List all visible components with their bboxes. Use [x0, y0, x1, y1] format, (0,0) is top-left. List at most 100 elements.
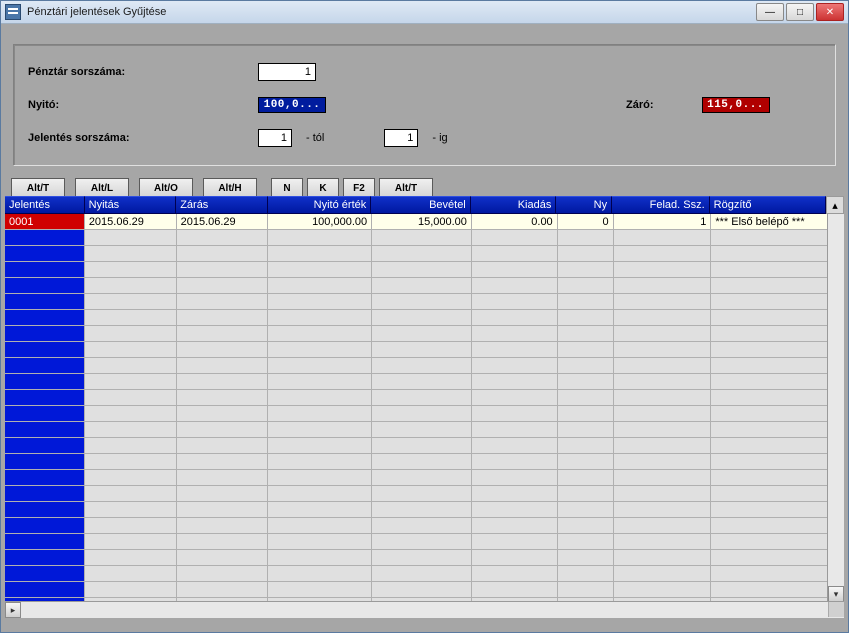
- col-bevetel[interactable]: Bevétel: [371, 196, 471, 214]
- cell: [711, 454, 828, 470]
- table-row[interactable]: [5, 326, 844, 342]
- cell: [472, 534, 558, 550]
- table-row[interactable]: [5, 534, 844, 550]
- table-row[interactable]: [5, 582, 844, 598]
- col-kiadas[interactable]: Kiadás: [471, 196, 557, 214]
- vertical-scrollbar[interactable]: ▾: [827, 214, 844, 602]
- jelentes-label: Jelentés sorszáma:: [28, 132, 258, 144]
- cell: [472, 454, 558, 470]
- table-row[interactable]: [5, 518, 844, 534]
- cell: [558, 278, 614, 294]
- btn-alt-l[interactable]: Alt/L: [75, 178, 129, 198]
- table-row[interactable]: [5, 358, 844, 374]
- minimize-button[interactable]: —: [756, 3, 784, 21]
- table-row[interactable]: [5, 390, 844, 406]
- col-nyito-ertek[interactable]: Nyitó érték: [268, 196, 372, 214]
- jelentes-from-input[interactable]: [258, 129, 292, 147]
- cell: [372, 422, 472, 438]
- cell: [614, 486, 712, 502]
- cell: [472, 518, 558, 534]
- cell: [558, 342, 614, 358]
- btn-alt-h[interactable]: Alt/H: [203, 178, 257, 198]
- table-row[interactable]: [5, 406, 844, 422]
- jelentes-to-input[interactable]: [384, 129, 418, 147]
- cell: [711, 374, 828, 390]
- btn-alt-t-1[interactable]: Alt/T: [11, 178, 65, 198]
- table-row[interactable]: [5, 486, 844, 502]
- table-row[interactable]: [5, 246, 844, 262]
- table-row[interactable]: 00012015.06.292015.06.29100,000.0015,000…: [5, 214, 844, 230]
- cell: [85, 230, 177, 246]
- app-window: Pénztári jelentések Gyűjtése — □ ✕ Pénzt…: [0, 0, 849, 633]
- cell-code: [5, 534, 85, 550]
- cell: [614, 454, 712, 470]
- table-row[interactable]: [5, 566, 844, 582]
- cell-code: [5, 246, 85, 262]
- penztar-label: Pénztár sorszáma:: [28, 66, 258, 78]
- table-row[interactable]: [5, 262, 844, 278]
- cell: [472, 358, 558, 374]
- col-jelentes[interactable]: Jelentés: [5, 196, 85, 214]
- btn-n[interactable]: N: [271, 178, 303, 198]
- col-felad[interactable]: Felad. Ssz.: [612, 196, 710, 214]
- table-row[interactable]: [5, 310, 844, 326]
- cell: [558, 406, 614, 422]
- cell-code: [5, 294, 85, 310]
- btn-alt-t-2[interactable]: Alt/T: [379, 178, 433, 198]
- btn-k[interactable]: K: [307, 178, 339, 198]
- cell: [85, 534, 177, 550]
- cell: [558, 294, 614, 310]
- cell: [472, 278, 558, 294]
- scroll-right-icon[interactable]: ▸: [5, 602, 21, 618]
- cell-code: [5, 566, 85, 582]
- table-row[interactable]: [5, 454, 844, 470]
- table-row[interactable]: [5, 230, 844, 246]
- cell: [472, 262, 558, 278]
- cell: [372, 518, 472, 534]
- table-row[interactable]: [5, 502, 844, 518]
- cell: [472, 310, 558, 326]
- cell: [85, 438, 177, 454]
- col-rogzito[interactable]: Rögzítő: [710, 196, 826, 214]
- cell: [614, 406, 712, 422]
- table-row[interactable]: [5, 438, 844, 454]
- cell: [614, 390, 712, 406]
- col-nyitas[interactable]: Nyitás: [85, 196, 177, 214]
- cell: [711, 566, 828, 582]
- cell: [614, 438, 712, 454]
- btn-f2[interactable]: F2: [343, 178, 375, 198]
- cell: [711, 342, 828, 358]
- cell: [177, 518, 269, 534]
- cell-code: [5, 278, 85, 294]
- scroll-down-icon[interactable]: ▾: [828, 586, 844, 602]
- cell: [472, 246, 558, 262]
- close-button[interactable]: ✕: [816, 3, 844, 21]
- cell: [711, 422, 828, 438]
- table-row[interactable]: [5, 342, 844, 358]
- cell: [268, 454, 372, 470]
- table-row[interactable]: [5, 550, 844, 566]
- cell: [268, 262, 372, 278]
- zaro-label: Záró:: [626, 99, 654, 111]
- cell: [711, 582, 828, 598]
- table-row[interactable]: [5, 470, 844, 486]
- cell: [177, 534, 269, 550]
- horizontal-scrollbar[interactable]: ◂ ▸: [5, 601, 844, 618]
- maximize-button[interactable]: □: [786, 3, 814, 21]
- table-row[interactable]: [5, 294, 844, 310]
- penztar-input[interactable]: [258, 63, 316, 81]
- cell: [472, 582, 558, 598]
- cell: [177, 246, 269, 262]
- col-ny[interactable]: Ny: [556, 196, 612, 214]
- col-zaras[interactable]: Zárás: [176, 196, 268, 214]
- table-row[interactable]: [5, 278, 844, 294]
- btn-alt-o[interactable]: Alt/O: [139, 178, 193, 198]
- cell: [472, 294, 558, 310]
- cell: 2015.06.29: [85, 214, 177, 230]
- cell: [177, 278, 269, 294]
- scroll-up-icon[interactable]: ▴: [826, 196, 844, 214]
- cell: [711, 262, 828, 278]
- cell: [558, 374, 614, 390]
- table-row[interactable]: [5, 374, 844, 390]
- table-row[interactable]: [5, 422, 844, 438]
